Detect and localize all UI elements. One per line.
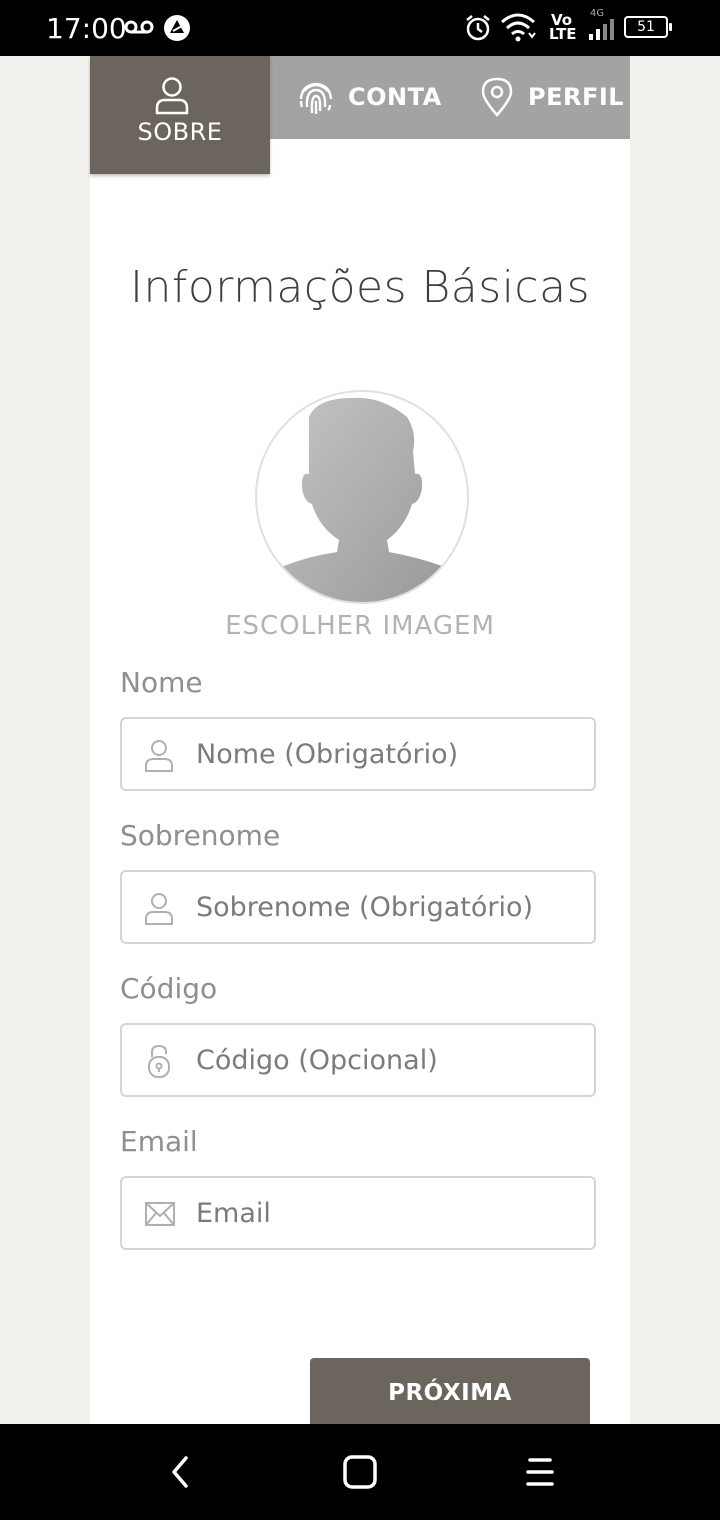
field-nome (120, 717, 596, 791)
avatar-placeholder[interactable] (255, 390, 469, 604)
label-email: Email (120, 1125, 198, 1158)
field-sobrenome (120, 870, 596, 944)
app-notification-icon (164, 15, 190, 41)
nome-input[interactable] (196, 719, 586, 789)
wifi-icon (501, 13, 536, 42)
tab-sobre[interactable]: SOBRE (90, 56, 270, 174)
label-nome: Nome (120, 666, 203, 699)
signal-icon (589, 19, 614, 40)
back-icon[interactable] (166, 1454, 196, 1490)
next-button[interactable]: PRÓXIMA (310, 1358, 590, 1428)
tab-label-conta: CONTA (348, 83, 442, 111)
user-icon (155, 77, 189, 115)
status-bar: 17:00 Vo LTE 4G 51 (0, 0, 720, 56)
tab-perfil[interactable]: PERFIL (480, 76, 624, 118)
tab-label-perfil: PERFIL (528, 83, 625, 111)
tab-bar: SOBRE CONTA PERFIL (90, 56, 630, 174)
lock-icon (148, 1044, 170, 1078)
voicemail-icon (124, 20, 154, 34)
field-email (120, 1176, 596, 1250)
alarm-icon (466, 15, 490, 41)
person-silhouette-icon (281, 397, 445, 602)
codigo-input[interactable] (196, 1025, 586, 1095)
user-icon (145, 740, 173, 772)
label-sobrenome: Sobrenome (120, 819, 281, 852)
tab-label-sobre: SOBRE (137, 118, 223, 146)
tab-conta[interactable]: CONTA (296, 76, 442, 118)
envelope-icon (145, 1202, 175, 1226)
network-lte: LTE (549, 25, 577, 43)
sobrenome-input[interactable] (196, 872, 586, 942)
navigation-bar (0, 1424, 720, 1520)
location-pin-icon (481, 77, 513, 117)
registration-card: SOBRE CONTA PERFIL Informações Básicas E… (90, 56, 630, 1428)
page-title: Informações Básicas (129, 262, 590, 313)
home-icon[interactable] (342, 1454, 378, 1490)
battery-level: 51 (637, 19, 655, 35)
fingerprint-icon (299, 82, 333, 114)
status-time: 17:00 (46, 12, 127, 45)
email-input[interactable] (196, 1178, 586, 1248)
field-codigo (120, 1023, 596, 1097)
choose-image-button[interactable]: ESCOLHER IMAGEM (90, 611, 630, 641)
menu-icon[interactable] (524, 1454, 556, 1490)
user-icon (145, 893, 173, 925)
label-codigo: Código (120, 972, 218, 1005)
battery-icon: 51 (624, 16, 672, 38)
